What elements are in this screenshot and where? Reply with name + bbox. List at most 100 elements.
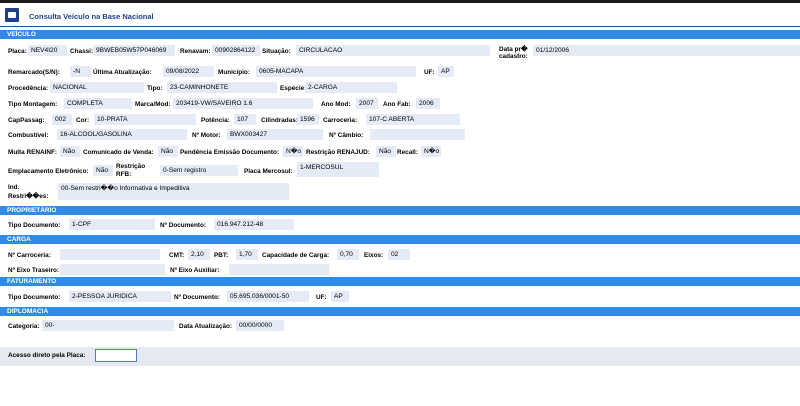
procedencia-value: NACIONAL <box>50 82 144 93</box>
cap-passag-value: 002 <box>52 114 72 125</box>
comunicado-venda-label: Comunicado de Venda: <box>83 149 154 156</box>
capacidade-carga-value: 0,70 <box>337 249 359 260</box>
ind-restricoes-value: 00-Sem restri��o Informativa e Impeditiv… <box>58 183 289 200</box>
data-atualizacao-value: 00/00/0000 <box>236 320 284 331</box>
renavam-label: Renavam: <box>180 48 211 55</box>
page-title: Consulta Veículo na Base Nacional <box>29 12 154 21</box>
cilindradas-value: 1596 <box>297 114 319 125</box>
comunicado-venda-value: Não <box>158 146 178 157</box>
multa-renainf-label: Multa RENAINF: <box>8 149 57 156</box>
tipo-documento-value: 1-CPF <box>69 219 155 230</box>
n-eixo-traseiro-label: Nº Eixo Traseiro: <box>8 267 59 274</box>
potencia-label: Potência: <box>201 117 230 124</box>
eixos-value: 02 <box>388 249 410 260</box>
restricao-rfb-value: 0-Sem registro <box>160 165 238 176</box>
data-pre-label-1: Data pr� <box>499 46 528 53</box>
acesso-direto-label: Acesso direto pela Placa: <box>8 352 86 359</box>
pbt-label: PBT: <box>214 252 229 259</box>
n-motor-label: Nº Motor: <box>192 132 221 139</box>
section-faturamento: FATURAMENTO <box>0 277 800 286</box>
section-veiculo: VEÍCULO <box>0 30 800 39</box>
pendencia-emissao-value: N�o <box>283 146 303 157</box>
n-eixo-traseiro-value <box>60 264 165 275</box>
remarcado-label: Remarcado(S/N): <box>8 69 60 76</box>
municipio-value: 0605-MACAPA <box>256 66 416 77</box>
fat-uf-value: AP <box>331 291 349 302</box>
n-cambio-value <box>370 129 465 140</box>
cilindradas-label: Cilindradas: <box>261 117 298 124</box>
plate-search-input[interactable] <box>95 349 137 362</box>
restricao-rfb-label-1: Restrição <box>116 163 146 170</box>
uf-label: UF: <box>424 69 435 76</box>
section-carga: CARGA <box>0 235 800 244</box>
n-carroceria-label: Nº Carroceria: <box>8 252 51 259</box>
recall-label: Recall: <box>397 149 418 156</box>
situacao-label: Situação: <box>262 48 291 55</box>
n-carroceria-value <box>60 249 160 260</box>
n-documento-label: Nº Documento: <box>160 222 207 229</box>
placa-mercosul-label: Placa Mercosul: <box>244 168 293 175</box>
capacidade-carga-label: Capacidade de Carga: <box>262 252 330 259</box>
ultima-atualizacao-value: 09/08/2022 <box>163 66 214 77</box>
placa-mercosul-value: 1-MERCOSUL <box>297 162 379 177</box>
n-eixo-auxiliar-value <box>229 264 329 275</box>
fat-tipo-documento-value: 2-PESSOA JURIDICA <box>69 291 171 302</box>
municipio-label: Município: <box>218 69 250 76</box>
cmt-label: CMT: <box>169 252 185 259</box>
situacao-value: CIRCULACAO <box>296 45 490 56</box>
data-pre-cadastro-value: 01/12/2006 <box>533 45 800 56</box>
data-pre-label-2: cadastro: <box>499 53 528 60</box>
restricao-renajud-label: Restrição RENAJUD: <box>306 149 370 156</box>
fat-tipo-documento-label: Tipo Documento: <box>8 294 61 301</box>
title-divider <box>0 26 800 27</box>
remarcado-value: -N <box>70 66 91 77</box>
cor-value: 10-PRATA <box>94 114 196 125</box>
tipo-value: 23-CAMINHONETE <box>167 82 277 93</box>
carroceria-label: Carroceria: <box>323 117 358 124</box>
carroceria-value: 107-C ABERTA <box>366 114 460 125</box>
emplacamento-value: Não <box>93 165 113 176</box>
emplacamento-label: Emplacamento Eletrônico: <box>8 168 89 175</box>
ind-restricoes-label-1: Ind. <box>8 184 20 191</box>
categoria-value: 00- <box>42 320 174 331</box>
section-proprietario: PROPRIETÁRIO <box>0 206 800 215</box>
n-motor-value: BWX003427 <box>227 129 323 140</box>
ultima-atualizacao-label: Última Atualização: <box>93 69 152 76</box>
potencia-value: 107 <box>234 114 256 125</box>
ano-mod-label: Ano Mod: <box>321 101 351 108</box>
chassi-value: 9BWEB05W57P046069 <box>93 45 175 56</box>
multa-renainf-value: Não <box>60 146 80 157</box>
title-bar: Consulta Veículo na Base Nacional <box>0 3 800 27</box>
renavam-value: 00902864122 <box>212 45 260 56</box>
procedencia-label: Procedência: <box>8 85 49 92</box>
uf-value: AP <box>438 66 454 77</box>
fat-n-documento-value: 05.695.036/0001-50 <box>227 291 309 302</box>
placa-value: NEV4I20 <box>28 45 67 56</box>
tipo-montagem-value: COMPLETA <box>64 98 132 109</box>
categoria-label: Categoria: <box>8 323 40 330</box>
placa-label: Placa: <box>8 48 27 55</box>
tipo-montagem-label: Tipo Montagem: <box>8 101 58 108</box>
cmt-value: 2,10 <box>188 249 210 260</box>
cor-label: Cor: <box>76 117 90 124</box>
vehicle-query-icon <box>5 8 19 22</box>
n-cambio-label: Nº Câmbio: <box>329 132 364 139</box>
especie-label: Espécie: <box>280 85 307 92</box>
especie-value: 2-CARGA <box>305 82 397 93</box>
fat-uf-label: UF: <box>316 294 327 301</box>
ano-mod-value: 2007 <box>356 98 378 109</box>
section-diplomacia: DIPLOMACIA <box>0 307 800 316</box>
tipo-label: Tipo: <box>147 85 163 92</box>
n-documento-value: 016.947.212-48 <box>214 219 294 230</box>
combustivel-label: Combustível: <box>8 132 49 139</box>
recall-value: N�o <box>421 146 441 157</box>
ano-fab-label: Ano Fab: <box>383 101 411 108</box>
restricao-rfb-label-2: RFB: <box>116 171 132 178</box>
eixos-label: Eixos: <box>364 252 384 259</box>
ano-fab-value: 2006 <box>416 98 440 109</box>
tipo-documento-label: Tipo Documento: <box>8 222 61 229</box>
marca-mod-value: 203419-VW/SAVEIRO 1.6 <box>173 98 313 109</box>
chassi-label: Chassi: <box>70 48 94 55</box>
fat-n-documento-label: Nº Documento: <box>174 294 221 301</box>
restricao-renajud-value: Não <box>376 146 396 157</box>
